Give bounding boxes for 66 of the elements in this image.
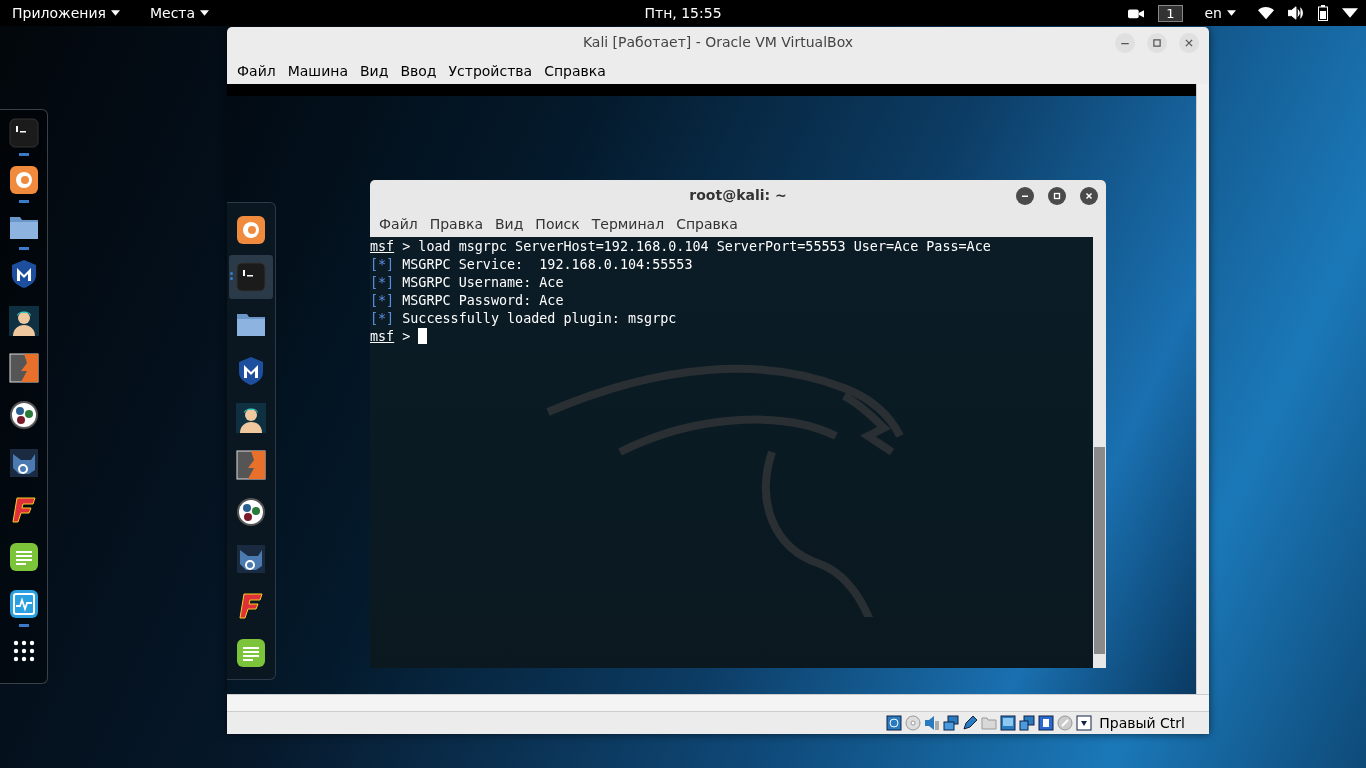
volume-icon[interactable] — [1288, 6, 1304, 20]
menu-item[interactable]: Справка — [538, 62, 612, 79]
avatar-icon — [236, 402, 266, 433]
minimize-button[interactable] — [1016, 186, 1034, 205]
network-icon[interactable] — [943, 715, 960, 731]
menu-item[interactable]: Вид — [354, 62, 395, 79]
maximize-button[interactable] — [1147, 33, 1167, 53]
menu-item[interactable]: Поиск — [529, 215, 586, 232]
menu-item[interactable]: Справка — [670, 215, 744, 232]
caret-icon — [110, 10, 120, 16]
chip-icon[interactable] — [1038, 715, 1055, 731]
host-key-label: Правый Ctrl — [1099, 715, 1185, 731]
display-icon[interactable] — [1000, 715, 1017, 731]
windows-icon[interactable] — [1019, 715, 1036, 731]
language-menu[interactable]: en — [1196, 5, 1244, 21]
menu-item[interactable]: Устройства — [442, 62, 539, 79]
close-button[interactable] — [1179, 33, 1199, 53]
terminal-icon — [8, 118, 39, 148]
lightning-letter-icon — [236, 590, 266, 621]
top-bar-menu[interactable]: Приложения — [4, 5, 128, 21]
terminal-line: [*] MSGRPC Password: Ace — [370, 291, 565, 310]
terminal-line: [*] Successfully loaded plugin: msgrpc — [370, 309, 678, 328]
scrollbar[interactable] — [1093, 236, 1106, 668]
notes-icon — [8, 541, 39, 572]
menu-item[interactable]: Машина — [281, 62, 354, 79]
wifi-icon[interactable] — [1258, 6, 1274, 20]
terminal-line: msf > load msgrpc ServerHost=192.168.0.104 ServerPort=55553 User=Ace Pass=Ace — [370, 237, 992, 256]
avatar-icon — [8, 306, 39, 337]
usb-icon[interactable] — [962, 715, 979, 731]
terminal-line: [*] MSGRPC Service: 192.168.0.104:55553 — [370, 255, 694, 274]
window-title: root@kali: ~ — [689, 187, 787, 204]
terminal-line: [*] MSGRPC Username: Ace — [370, 273, 565, 292]
top-bar-menu[interactable]: Места — [141, 5, 218, 21]
menu-item[interactable]: Вид — [488, 215, 530, 232]
menu-item[interactable]: Правка — [423, 215, 489, 232]
circles-icon — [8, 400, 39, 431]
circles-icon — [236, 496, 266, 527]
system-monitor-icon — [8, 588, 39, 619]
menu-item[interactable]: Ввод — [394, 62, 443, 79]
speaker-icon[interactable] — [924, 715, 941, 731]
bolt-icon — [236, 449, 266, 480]
notes-icon — [236, 637, 266, 668]
arrow-down-icon[interactable] — [1076, 715, 1093, 731]
caret-icon — [1227, 10, 1236, 16]
battery-icon[interactable] — [1318, 5, 1328, 21]
terminal-line: msf > — [370, 327, 1093, 346]
clock[interactable]: Птн, 15:55 — [644, 5, 722, 21]
close-icon — [1084, 190, 1094, 201]
caret-icon — [200, 10, 210, 16]
shield-icon — [236, 355, 266, 386]
close-button[interactable] — [1080, 186, 1098, 205]
bolt-icon — [8, 353, 39, 384]
window-title: Kali [Работает] - Oracle VM VirtualBox — [582, 34, 854, 51]
scrollbar[interactable] — [227, 694, 1209, 713]
terminal-icon — [236, 261, 266, 292]
scrollbar[interactable] — [1196, 83, 1209, 695]
camera-icon[interactable] — [1128, 6, 1145, 20]
close-icon — [1184, 38, 1194, 48]
menu-item[interactable]: Терминал — [585, 215, 671, 232]
workspace-indicator[interactable]: 1 — [1158, 4, 1183, 22]
maximize-icon — [1152, 38, 1162, 48]
menu-item[interactable]: Файл — [373, 215, 424, 232]
maximize-icon — [1052, 190, 1062, 201]
caret-icon[interactable] — [1342, 6, 1358, 20]
menu-item[interactable]: Файл — [231, 62, 282, 79]
maximize-button[interactable] — [1048, 186, 1066, 205]
